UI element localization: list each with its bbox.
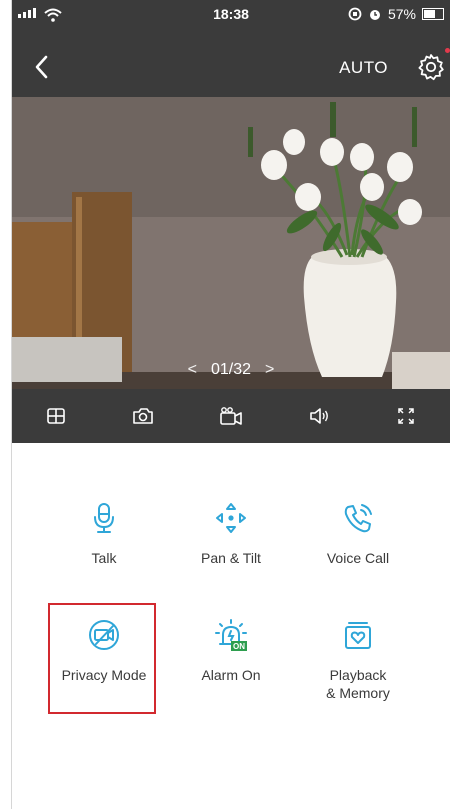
- record-icon: [220, 407, 242, 425]
- talk-label: Talk: [91, 550, 117, 566]
- nav-bar: AUTO: [12, 50, 450, 86]
- settings-gear-icon[interactable]: [416, 52, 446, 82]
- playback-memory-button[interactable]: Playback & Memory: [285, 618, 431, 702]
- feature-grid: Talk Pan & Tilt Voice Call Privacy Mode …: [12, 443, 450, 809]
- next-clip-button[interactable]: >: [265, 361, 274, 379]
- voice-call-label: Voice Call: [326, 550, 390, 566]
- playback-memory-label: Playback & Memory: [326, 667, 390, 701]
- grid-view-icon: [46, 408, 65, 424]
- alarm-on-icon: ON: [215, 619, 247, 651]
- snapshot-icon: [133, 408, 154, 424]
- back-icon[interactable]: [28, 52, 58, 82]
- live-video-feed[interactable]: < 01/32 >: [12, 97, 450, 389]
- fullscreen-button[interactable]: [362, 389, 450, 443]
- battery-percent: 57%: [387, 6, 416, 22]
- pan-tilt-button[interactable]: Pan & Tilt: [158, 501, 304, 567]
- fullscreen-icon: [398, 408, 414, 424]
- status-bar: 18:38 57%: [12, 6, 450, 28]
- battery-icon: [422, 8, 444, 20]
- left-rail: [0, 0, 12, 809]
- auto-mode-button[interactable]: AUTO: [339, 58, 388, 78]
- pan-tilt-label: Pan & Tilt: [201, 550, 261, 566]
- alarm-on-label: Alarm On: [201, 667, 261, 683]
- playback-memory-icon: [345, 622, 371, 649]
- phone-call-icon: [344, 504, 372, 533]
- alarm-clock-icon: [369, 10, 380, 20]
- alarm-on-badge: ON: [233, 642, 245, 651]
- prev-clip-button[interactable]: <: [188, 361, 197, 379]
- top-bar: 18:38 57% AUTO: [12, 0, 450, 97]
- microphone-icon: [94, 503, 114, 533]
- video-toolbar: [12, 389, 450, 443]
- record-button[interactable]: [187, 389, 275, 443]
- talk-button[interactable]: Talk: [31, 501, 177, 567]
- rotation-lock-icon: [348, 7, 362, 21]
- video-pager: < 01/32 >: [12, 361, 450, 379]
- status-right: 57%: [348, 6, 444, 22]
- alarm-on-button[interactable]: ON Alarm On: [158, 618, 304, 684]
- voice-call-button[interactable]: Voice Call: [285, 501, 431, 567]
- snapshot-button[interactable]: [100, 389, 188, 443]
- pan-tilt-icon: [216, 503, 246, 533]
- grid-view-button[interactable]: [12, 389, 100, 443]
- volume-button[interactable]: [275, 389, 363, 443]
- camera-image: [12, 97, 450, 389]
- volume-icon: [309, 408, 328, 424]
- notification-dot: [445, 48, 450, 53]
- privacy-mode-highlight: [48, 603, 156, 714]
- pager-count: 01/32: [210, 361, 252, 378]
